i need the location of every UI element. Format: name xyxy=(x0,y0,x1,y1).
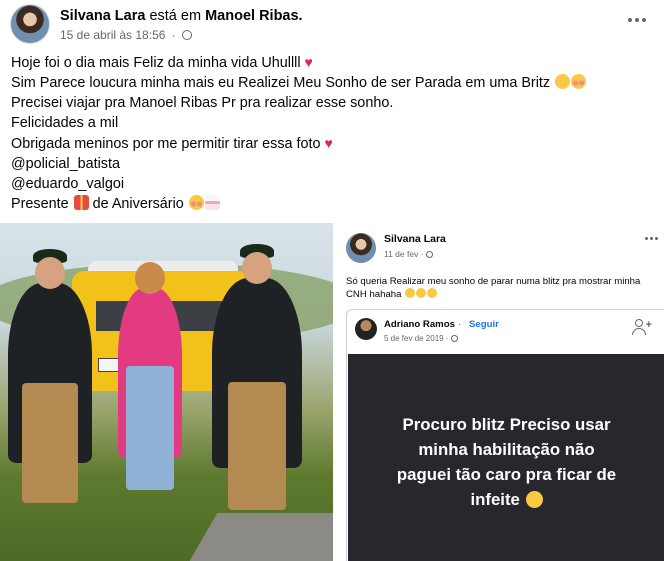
author-name[interactable]: Silvana Lara xyxy=(60,8,145,24)
mention-link[interactable]: @eduardo_valgoi xyxy=(11,174,651,194)
post-body: Hoje foi o dia mais Feliz da minha vida … xyxy=(11,52,651,214)
meta-separator: · xyxy=(171,28,176,42)
gift-emoji-icon xyxy=(73,195,89,210)
mention-link[interactable]: @policial_batista xyxy=(11,154,651,174)
screenshot-author-name: Silvana Lara xyxy=(384,233,446,245)
post-line: Hoje foi o dia mais Feliz da minha vida … xyxy=(11,54,313,71)
birthday-cake-emoji-icon xyxy=(204,195,220,210)
laughing-emoji-icon xyxy=(416,288,427,298)
globe-icon xyxy=(425,251,433,258)
astonished-emoji-icon xyxy=(555,74,571,89)
party-face-emoji-icon xyxy=(188,195,204,210)
post-line: Felicidades a mil xyxy=(11,115,119,131)
post-photo-screenshot[interactable]: Silvana Lara 11 de fev · Só queria Reali… xyxy=(336,223,664,561)
follow-link: Seguir xyxy=(469,319,499,330)
post-line: Presente de Aniversário xyxy=(11,194,651,214)
more-options-icon[interactable] xyxy=(624,10,650,30)
shared-post: Adriano Ramos · Seguir 5 de fev de 2019 … xyxy=(346,309,664,561)
laughing-emoji-icon xyxy=(405,288,416,298)
more-options-icon xyxy=(645,237,658,240)
location-verb: está em xyxy=(149,8,202,24)
screenshot-text: Só queria Realizar meu sonho de parar nu… xyxy=(346,276,641,300)
text-card: Procuro blitz Preciso usar minha habilit… xyxy=(348,354,664,561)
officer-figure xyxy=(212,244,302,510)
author-avatar[interactable] xyxy=(10,4,50,44)
shared-date: 5 de fev de 2019 · xyxy=(384,334,458,343)
post-line: Precisei viajar pra Manoel Ribas Pr pra … xyxy=(11,95,394,111)
post-timestamp[interactable]: 15 de abril às 18:56 xyxy=(60,28,165,42)
post-line: Obrigada meninos por me permitir tirar e… xyxy=(11,135,333,152)
astonished-emoji-icon xyxy=(427,288,438,298)
post-header: Silvana Lara está em Manoel Ribas. 15 de… xyxy=(10,4,654,46)
author-line: Silvana Lara está em Manoel Ribas. xyxy=(60,8,303,24)
location-link[interactable]: Manoel Ribas. xyxy=(205,8,303,24)
post-photo-police-stop[interactable] xyxy=(0,223,333,561)
officer-figure xyxy=(8,249,92,503)
woman-figure xyxy=(118,262,182,490)
smiling-hearts-emoji-icon xyxy=(571,74,587,89)
heart-icon: ♥ xyxy=(324,135,333,151)
globe-icon xyxy=(450,335,458,342)
post-line: Sim Parece loucura minha mais eu Realize… xyxy=(11,73,651,93)
screenshot-author-avatar xyxy=(346,233,376,263)
shared-author-name: Adriano Ramos xyxy=(384,319,455,330)
worried-emoji-icon xyxy=(525,491,543,508)
add-friend-icon: + xyxy=(632,318,652,336)
shared-author-avatar xyxy=(355,318,377,340)
globe-icon xyxy=(182,30,193,40)
screenshot-date: 11 de fev · xyxy=(384,249,433,259)
card-text: Procuro blitz Preciso usar minha habilit… xyxy=(396,415,617,509)
post-meta: 15 de abril às 18:56 · xyxy=(60,28,193,42)
heart-icon: ♥ xyxy=(304,54,313,70)
